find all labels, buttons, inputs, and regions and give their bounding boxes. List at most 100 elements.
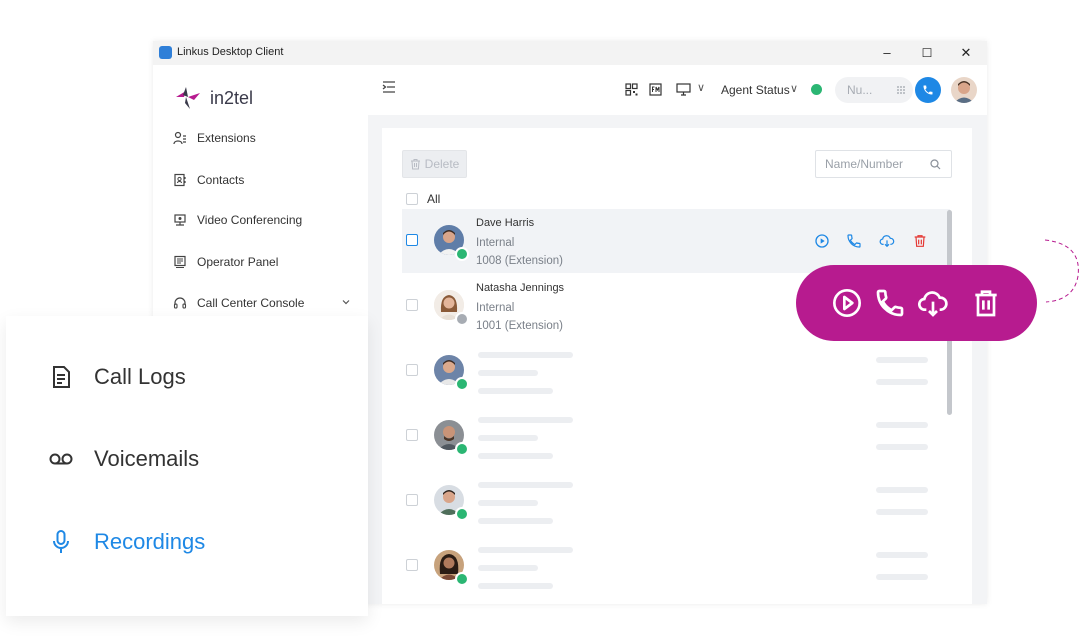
nav-voicemails-label: Voicemails — [94, 446, 200, 471]
minimize-button[interactable]: – — [876, 44, 898, 62]
sidebar-item-label: Extensions — [197, 131, 256, 145]
placeholder-bar — [876, 379, 928, 385]
placeholder-bar — [478, 388, 553, 394]
placeholder-bar — [876, 422, 928, 428]
nav-recordings-label: Recordings — [94, 529, 206, 554]
row-checkbox[interactable] — [406, 364, 418, 376]
call-button[interactable] — [915, 77, 941, 103]
recording-number: 1008 (Extension) — [476, 255, 563, 267]
sidebar-item-call-center-console[interactable]: Call Center Console — [173, 291, 353, 315]
sidebar-item-operator-panel[interactable]: Operator Panel — [173, 250, 278, 274]
headset-icon — [173, 297, 187, 309]
address-book-icon — [174, 173, 186, 187]
app-icon — [159, 46, 172, 59]
window-title: Linkus Desktop Client — [177, 46, 284, 58]
agent-status-online-icon — [811, 84, 822, 95]
row-checkbox[interactable] — [406, 429, 418, 441]
placeholder-bar — [478, 482, 573, 488]
select-all-label: All — [427, 192, 441, 206]
nav-voicemails[interactable]: Voicemails — [48, 446, 199, 472]
maximize-button[interactable]: ☐ — [916, 44, 938, 62]
recording-actions-callout — [796, 265, 1037, 341]
video-conference-icon — [174, 214, 186, 226]
placeholder-bar — [478, 453, 553, 459]
operator-panel-icon — [174, 255, 186, 268]
row-checkbox[interactable] — [406, 234, 418, 246]
delete-button-label: Delete — [424, 157, 460, 171]
row-checkbox[interactable] — [406, 559, 418, 571]
dial-input-placeholder: Nu... — [847, 83, 873, 97]
table-row[interactable]: Dave Harris Internal 1008 (Extension) — [402, 209, 950, 273]
status-online-badge — [455, 507, 469, 521]
placeholder-bar — [478, 518, 553, 524]
delete-button[interactable]: Delete — [402, 150, 467, 178]
list-item — [402, 339, 950, 403]
sidebar-item-extensions[interactable]: Extensions — [173, 126, 256, 150]
placeholder-bar — [876, 357, 928, 363]
status-online-badge — [455, 247, 469, 261]
logo-text: in2tel — [210, 88, 254, 108]
placeholder-bar — [478, 417, 573, 423]
sidebar-item-label: Operator Panel — [197, 255, 279, 269]
status-offline-badge — [455, 312, 469, 326]
nav-call-logs-label: Call Logs — [94, 364, 186, 389]
dial-input[interactable]: Nu... — [835, 77, 913, 103]
sidebar-item-label: Call Center Console — [197, 296, 305, 310]
download-icon[interactable] — [879, 233, 895, 249]
sidebar-item-contacts[interactable]: Contacts — [173, 168, 244, 192]
status-online-badge — [455, 572, 469, 586]
sidebar-item-label: Contacts — [197, 173, 245, 187]
row-checkbox[interactable] — [406, 299, 418, 311]
avatar[interactable] — [951, 77, 977, 103]
download-icon[interactable] — [917, 287, 949, 319]
play-icon[interactable] — [814, 233, 830, 249]
monitor-chevron-icon[interactable]: ∨ — [697, 81, 705, 94]
dialpad-card-icon[interactable] — [649, 83, 662, 96]
title-bar: Linkus Desktop Client – ☐ ✕ — [153, 41, 987, 65]
person-list-icon — [173, 131, 186, 145]
placeholder-bar — [478, 565, 538, 571]
nav-call-logs[interactable]: Call Logs — [48, 364, 186, 390]
list-item — [402, 534, 950, 598]
placeholder-bar — [876, 444, 928, 450]
placeholder-bar — [478, 583, 553, 589]
placeholder-bar — [876, 509, 928, 515]
placeholder-bar — [478, 352, 573, 358]
recording-name: Natasha Jennings — [476, 282, 565, 294]
trash-icon[interactable] — [970, 287, 1002, 319]
dialpad-icon[interactable] — [896, 85, 906, 95]
select-all-checkbox[interactable] — [406, 193, 418, 205]
row-checkbox[interactable] — [406, 494, 418, 506]
placeholder-bar — [876, 487, 928, 493]
voicemail-icon — [49, 453, 73, 465]
placeholder-bar — [478, 547, 573, 553]
user-avatar-icon — [954, 81, 974, 103]
monitor-icon[interactable] — [676, 83, 691, 96]
search-placeholder: Name/Number — [825, 157, 904, 171]
qr-code-icon[interactable] — [625, 83, 638, 96]
play-icon[interactable] — [831, 287, 863, 319]
close-button[interactable]: ✕ — [955, 44, 977, 62]
trash-icon — [410, 159, 420, 170]
sidebar-item-label: Video Conferencing — [197, 213, 303, 227]
agent-status-chevron-icon[interactable]: ∨ — [790, 82, 798, 95]
recording-number: 1001 (Extension) — [476, 320, 563, 332]
call-log-icon — [53, 366, 70, 388]
phone-icon[interactable] — [874, 287, 906, 319]
agent-status-label[interactable]: Agent Status — [721, 83, 790, 97]
sidebar-item-video-conferencing[interactable]: Video Conferencing — [173, 208, 302, 232]
trash-icon[interactable] — [912, 233, 928, 249]
phone-icon[interactable] — [846, 233, 862, 249]
search-icon[interactable] — [930, 159, 941, 170]
list-item — [402, 404, 950, 468]
logo-mark-icon — [176, 87, 200, 109]
top-bar: ∨ Agent Status ∨ Nu... — [368, 65, 987, 115]
collapse-sidebar-icon[interactable] — [382, 80, 396, 94]
recordings-content: Delete Name/Number All Dave Harris Inter… — [382, 128, 972, 604]
search-input[interactable]: Name/Number — [815, 150, 952, 178]
recording-type: Internal — [476, 237, 515, 249]
nav-recordings[interactable]: Recordings — [48, 529, 205, 555]
chevron-down-icon[interactable] — [341, 297, 351, 307]
list-item — [402, 469, 950, 533]
placeholder-bar — [876, 552, 928, 558]
